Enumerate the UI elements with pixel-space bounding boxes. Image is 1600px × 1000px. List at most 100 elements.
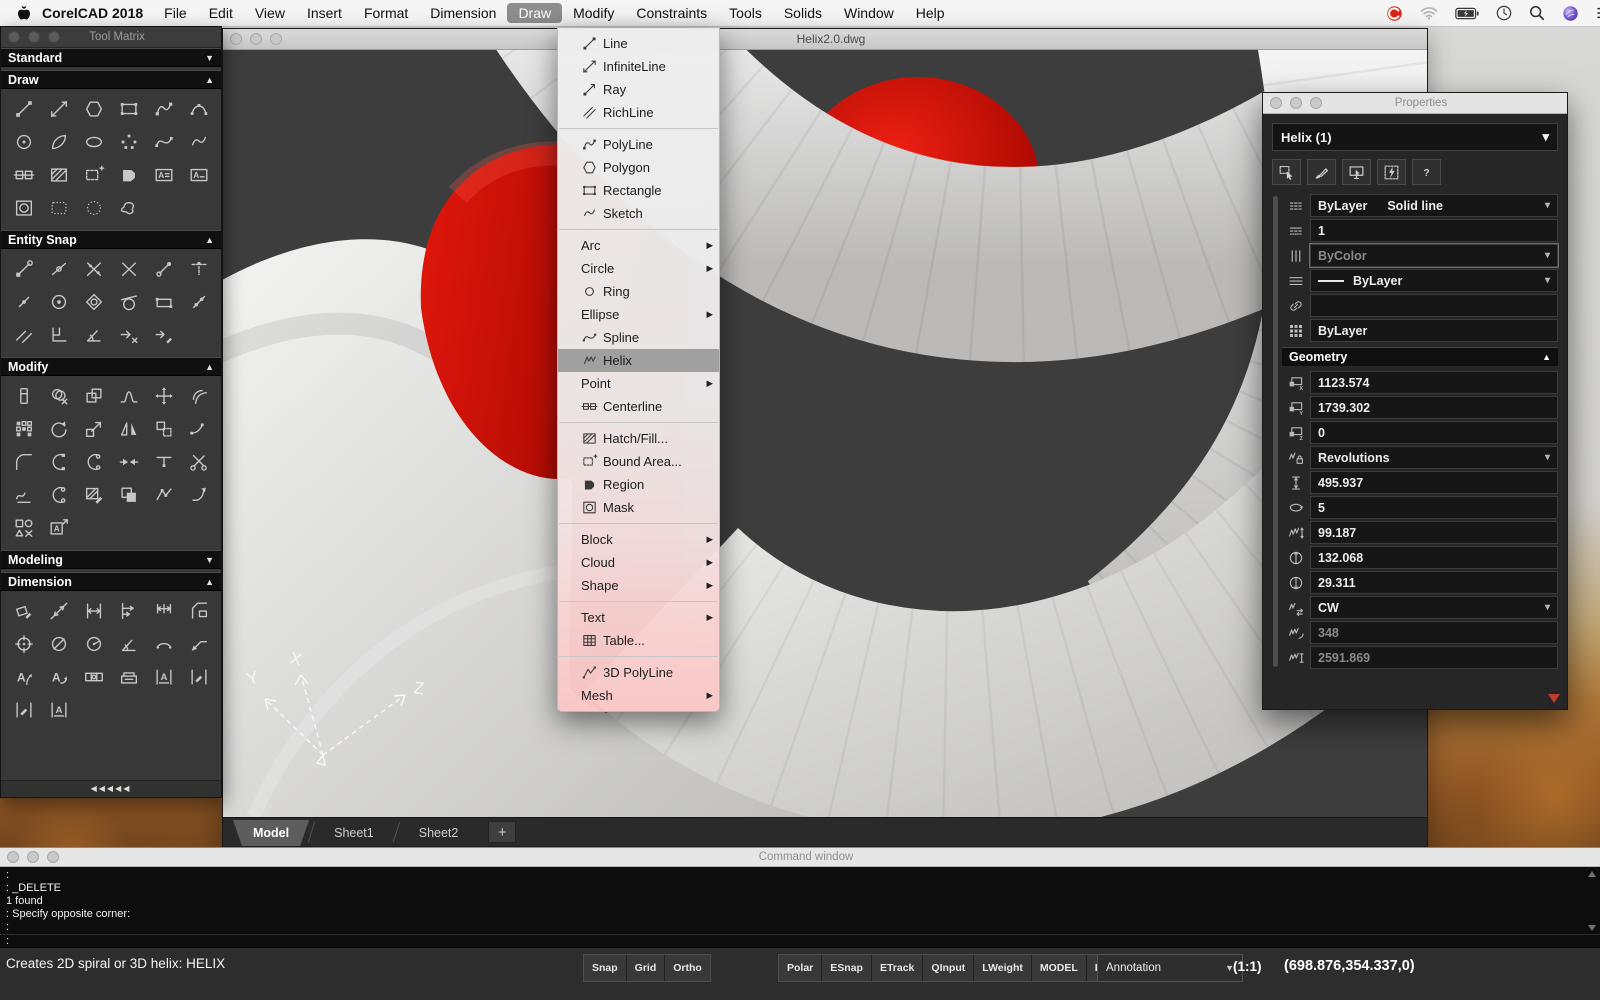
menu-item-table[interactable]: Table...: [558, 629, 719, 652]
tool-copy[interactable]: [76, 379, 111, 412]
menu-item-cloud[interactable]: Cloud ▶: [558, 551, 719, 574]
list-icon[interactable]: [1596, 6, 1600, 20]
tool-snap-tangent[interactable]: [111, 285, 146, 318]
tool-delete[interactable]: [6, 379, 41, 412]
tool-line[interactable]: [6, 92, 41, 125]
command-history[interactable]: :: _DELETE1 found: Specify opposite corn…: [0, 867, 1600, 934]
tool-edit-hatch[interactable]: [76, 478, 111, 511]
annotation-scale-select[interactable]: Annotation ▼: [1097, 954, 1243, 982]
tool-split[interactable]: [41, 478, 76, 511]
menubar-item-format[interactable]: Format: [353, 3, 419, 23]
collapse-arrow-icon[interactable]: ▲: [205, 75, 214, 85]
menu-item-rectangle[interactable]: Rectangle: [558, 179, 719, 202]
tool-explode-text[interactable]: A: [41, 511, 76, 544]
menu-item-mesh[interactable]: Mesh ▶: [558, 684, 719, 707]
tool-freehand-cloud[interactable]: [111, 191, 146, 224]
tool-text[interactable]: A: [146, 158, 181, 191]
line-weight-field[interactable]: ByColor ▾: [1310, 244, 1558, 267]
geometry-section-header[interactable]: Geometry ▲: [1282, 347, 1558, 366]
expand-arrow-icon[interactable]: ▼: [205, 555, 214, 565]
menubar-item-insert[interactable]: Insert: [296, 3, 353, 23]
window-controls[interactable]: [7, 851, 59, 863]
position-x-field[interactable]: 1123.574: [1310, 371, 1558, 394]
section-header-modeling[interactable]: Modeling ▼: [1, 550, 221, 569]
window-controls[interactable]: [230, 33, 282, 45]
tool-text-restore[interactable]: A: [41, 660, 76, 693]
tool-angular-dimension[interactable]: [111, 627, 146, 660]
scroll-down-icon[interactable]: [1548, 694, 1560, 703]
tool-snap-center[interactable]: [41, 285, 76, 318]
tool-snap-extension[interactable]: [146, 252, 181, 285]
tool-snap-perpendicular[interactable]: [41, 318, 76, 351]
menu-item-sketch[interactable]: Sketch: [558, 202, 719, 225]
tab-sheet1[interactable]: Sheet1: [314, 820, 394, 846]
tool-center-mark[interactable]: [6, 627, 41, 660]
menu-item-region[interactable]: Region: [558, 473, 719, 496]
toggle-esnap[interactable]: ESnap: [822, 955, 872, 981]
position-z-field[interactable]: 0: [1310, 421, 1558, 444]
tool-arc-3-point[interactable]: [181, 92, 216, 125]
window-controls[interactable]: [1270, 97, 1322, 109]
tool-edit-length[interactable]: [181, 412, 216, 445]
line-style-scale-field[interactable]: 1: [1310, 219, 1558, 242]
menu-item-richline[interactable]: RichLine: [558, 101, 719, 124]
tool-matrix-titlebar[interactable]: Tool Matrix: [1, 27, 221, 48]
toggle-snap[interactable]: Snap: [584, 955, 627, 981]
menubar-item-edit[interactable]: Edit: [198, 3, 244, 23]
siri-icon[interactable]: [1562, 5, 1579, 22]
menubar-item-constraints[interactable]: Constraints: [625, 3, 718, 23]
toggle-etrack[interactable]: ETrack: [872, 955, 923, 981]
tool-snap-intersection[interactable]: [76, 252, 111, 285]
tool-scale[interactable]: [76, 412, 111, 445]
tool-centerline[interactable]: [6, 158, 41, 191]
tool-arc-length-dimension[interactable]: [146, 627, 181, 660]
collapse-arrow-icon[interactable]: ▲: [205, 235, 214, 245]
app-name[interactable]: CorelCAD 2018: [42, 5, 143, 21]
properties-titlebar[interactable]: Properties: [1263, 93, 1567, 114]
tool-combine[interactable]: [111, 478, 146, 511]
scroll-up-icon[interactable]: [1588, 871, 1596, 877]
tool-snap-endpoint[interactable]: [6, 252, 41, 285]
tool-dimension-style[interactable]: [111, 660, 146, 693]
menu-item-ellipse[interactable]: Ellipse ▶: [558, 303, 719, 326]
help-icon[interactable]: ?: [1412, 159, 1441, 185]
menu-item-polyline[interactable]: PolyLine: [558, 133, 719, 156]
top-radius-field[interactable]: 29.311: [1310, 571, 1558, 594]
command-input[interactable]: :: [0, 934, 1600, 948]
toggle-lweight[interactable]: LWeight: [974, 955, 1032, 981]
tool-bound-area[interactable]: [76, 158, 111, 191]
toggle-grid[interactable]: Grid: [627, 955, 666, 981]
tab-model[interactable]: Model: [233, 820, 309, 846]
tool-oblique-dimension[interactable]: [6, 693, 41, 726]
tool-align-dimension-text[interactable]: A: [41, 693, 76, 726]
tool-circular-cloud[interactable]: [76, 191, 111, 224]
tool-trim[interactable]: [181, 445, 216, 478]
tool-radius-dimension[interactable]: [76, 627, 111, 660]
tool-shrink[interactable]: [111, 445, 146, 478]
menu-item-block[interactable]: Block ▶: [558, 528, 719, 551]
tool-circle[interactable]: [6, 125, 41, 158]
collapse-arrow-icon[interactable]: ▲: [205, 577, 214, 587]
tool-infinite-line[interactable]: [41, 92, 76, 125]
tool-offset[interactable]: [181, 379, 216, 412]
tool-snap-parallel[interactable]: [6, 318, 41, 351]
menu-item-bound-area[interactable]: Bound Area...: [558, 450, 719, 473]
clock-icon[interactable]: [1496, 5, 1512, 21]
tool-weld[interactable]: [76, 445, 111, 478]
tool-align[interactable]: [146, 412, 181, 445]
tool-ellipse[interactable]: [76, 125, 111, 158]
tool-snap-nearest[interactable]: [6, 285, 41, 318]
tool-diameter-dimension[interactable]: [41, 627, 76, 660]
tool-snap-node[interactable]: [181, 285, 216, 318]
entity-selector[interactable]: Helix (1) ▾: [1272, 123, 1558, 151]
tool-snap-temporary-point[interactable]: [181, 252, 216, 285]
turn-height-field[interactable]: 99.187: [1310, 521, 1558, 544]
expand-arrow-icon[interactable]: ▼: [205, 53, 214, 63]
menubar-item-view[interactable]: View: [244, 3, 296, 23]
tool-convert-to-shape[interactable]: [6, 511, 41, 544]
line-color-field[interactable]: ByLayer ▾: [1310, 269, 1558, 292]
tool-power-trim[interactable]: [146, 445, 181, 478]
toggle-qinput[interactable]: QInput: [923, 955, 974, 981]
tool-edit-dimension[interactable]: [181, 660, 216, 693]
tool-ordinate-dimension[interactable]: [181, 594, 216, 627]
